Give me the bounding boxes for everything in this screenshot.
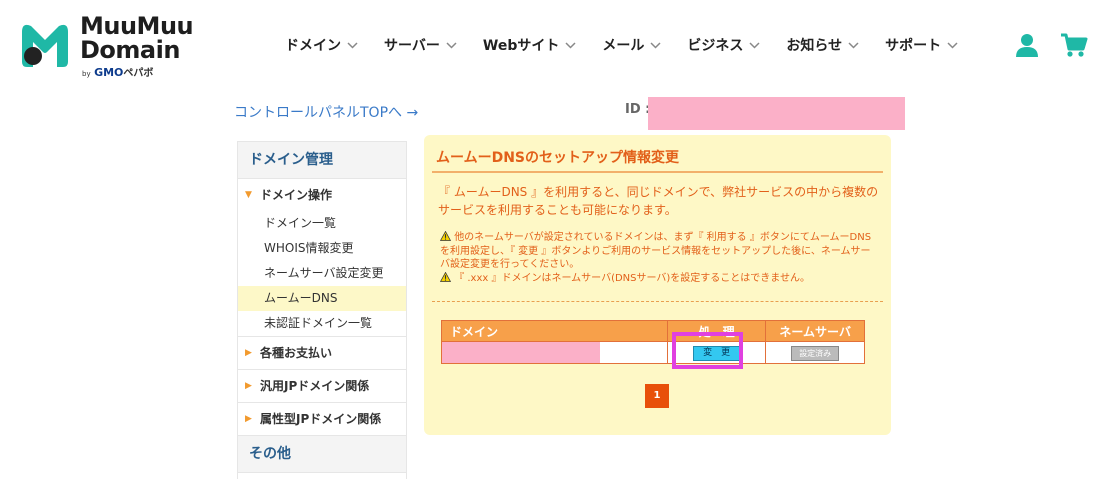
sidebar-group-attr-jp[interactable]: ▶ 属性型JPドメイン関係: [238, 402, 406, 435]
table-row: 変 更 設定済み: [441, 341, 865, 364]
highlight-box: [672, 332, 743, 369]
warning-notes: 他のネームサーバが設定されているドメインは、まず『 利用する 』ボタンにてムーム…: [440, 231, 880, 285]
sidebar-group-label: 汎用JPドメイン関係: [260, 379, 370, 393]
sidebar-item-unverified[interactable]: 未認証ドメイン一覧: [238, 311, 406, 336]
nav-server[interactable]: サーバー: [384, 35, 457, 55]
user-icon[interactable]: [1014, 32, 1040, 58]
dns-setup-panel: ムームーDNSのセットアップ情報変更 『 ムームーDNS 』を利用すると、同じド…: [424, 135, 891, 435]
control-panel-top-link[interactable]: コントロールパネルTOPへ →: [234, 102, 418, 122]
sidebar: ドメイン管理 ▼ ドメイン操作 ドメイン一覧 WHOIS情報変更 ネームサーバ設…: [237, 141, 407, 479]
chevron-down-icon: [650, 41, 661, 49]
nav-mail[interactable]: メール: [602, 35, 661, 55]
panel-description: 『 ムームーDNS 』を利用すると、同じドメインで、弊社サービスの中から複数のサ…: [438, 185, 879, 217]
pagination-page-1[interactable]: 1: [645, 384, 669, 408]
sidebar-group-jp[interactable]: ▶ 汎用JPドメイン関係: [238, 369, 406, 402]
title-divider: [432, 171, 883, 173]
triangle-right-icon: ▶: [245, 381, 252, 391]
logo-text: MuuMuu Domain: [80, 12, 194, 64]
sidebar-section-domain-management: ドメイン管理: [238, 142, 406, 179]
main-nav: ドメイン サーバー Webサイト メール ビジネス お知らせ サポート: [285, 34, 984, 56]
sidebar-item-muumuu-dns[interactable]: ムームーDNS: [238, 286, 406, 311]
triangle-right-icon: ▶: [245, 414, 252, 424]
sidebar-item-nameserver[interactable]: ネームサーバ設定変更: [238, 261, 406, 286]
nav-news[interactable]: お知らせ: [786, 35, 859, 55]
id-label: ID :: [625, 102, 651, 117]
id-value-redacted: [648, 97, 905, 130]
chevron-down-icon: [446, 41, 457, 49]
nameserver-cell: 設定済み: [765, 341, 865, 364]
col-header-nameserver: ネームサーバ: [765, 320, 865, 342]
sidebar-item-whois[interactable]: WHOIS情報変更: [238, 236, 406, 261]
nameserver-configured-button[interactable]: 設定済み: [791, 345, 840, 361]
nav-support[interactable]: サポート: [885, 35, 958, 55]
sidebar-section-other: その他: [238, 435, 406, 473]
cart-icon[interactable]: [1060, 32, 1088, 58]
table-header-row: ドメイン 処 理 ネームサーバ: [441, 320, 865, 342]
sidebar-group-payments[interactable]: ▶ 各種お支払い: [238, 336, 406, 369]
domain-name-redacted: [442, 342, 600, 363]
chevron-down-icon: [565, 41, 576, 49]
warning-line-2: 『 .xxx 』ドメインはネームサーバ(DNSサーバ)を設定することはできません…: [440, 271, 880, 286]
chevron-down-icon: [848, 41, 859, 49]
sidebar-group-domain-ops[interactable]: ▼ ドメイン操作: [238, 179, 406, 211]
sidebar-item-domain-list[interactable]: ドメイン一覧: [238, 211, 406, 236]
nav-website[interactable]: Webサイト: [483, 35, 576, 55]
warning-line-1: 他のネームサーバが設定されているドメインは、まず『 利用する 』ボタンにてムーム…: [440, 231, 872, 270]
chevron-down-icon: [947, 41, 958, 49]
logo-subtext: by GMOペパボ: [82, 66, 154, 79]
triangle-down-icon: ▼: [245, 190, 252, 200]
warning-icon: [440, 231, 451, 241]
dashed-divider: [432, 301, 883, 302]
triangle-right-icon: ▶: [245, 348, 252, 358]
domain-table: ドメイン 処 理 ネームサーバ 変 更 設定済み: [441, 320, 865, 364]
muumuu-logo[interactable]: MuuMuu Domain by GMOペパボ: [18, 14, 194, 79]
sidebar-group-label: ドメイン操作: [260, 188, 333, 202]
col-header-domain: ドメイン: [441, 320, 668, 342]
sidebar-group-label: 属性型JPドメイン関係: [260, 412, 382, 426]
domain-cell: [441, 341, 668, 364]
chevron-down-icon: [749, 41, 760, 49]
logo-mark-icon: [22, 24, 68, 67]
chevron-down-icon: [347, 41, 358, 49]
nav-domain[interactable]: ドメイン: [285, 35, 358, 55]
sidebar-group-label: 各種お支払い: [260, 346, 333, 360]
panel-title: ムームーDNSのセットアップ情報変更: [436, 150, 679, 166]
nav-business[interactable]: ビジネス: [687, 35, 760, 55]
warning-icon: [440, 271, 451, 282]
